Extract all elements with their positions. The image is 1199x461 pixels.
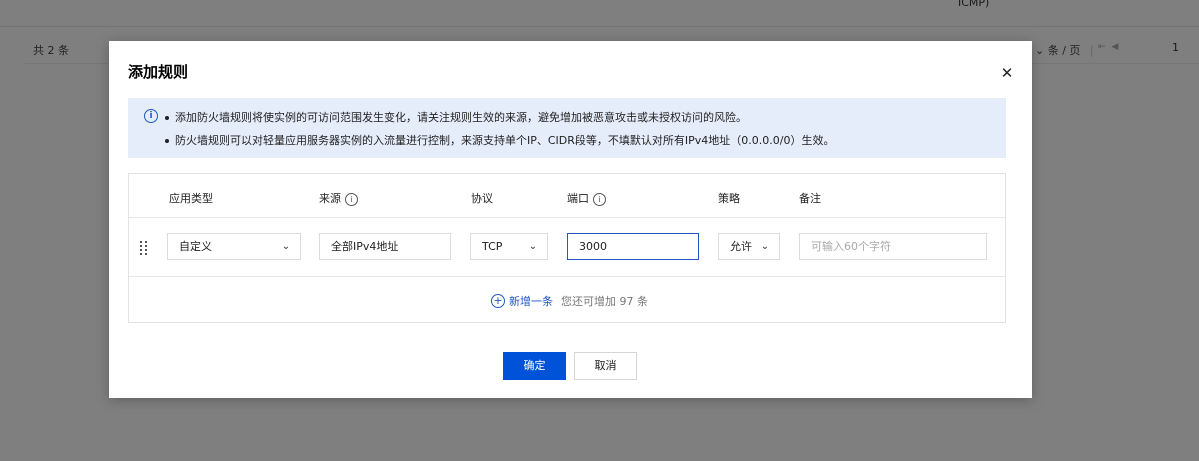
notice-box: i 添加防火墙规则将使实例的可访问范围发生变化，请关注规则生效的来源，避免增加被… bbox=[128, 98, 1006, 158]
help-circle-icon[interactable]: i bbox=[593, 192, 606, 206]
dialog-title: 添加规则 bbox=[128, 63, 189, 81]
app-type-select[interactable]: 自定义 ⌄ bbox=[167, 233, 301, 260]
policy-select[interactable]: 允许 ⌄ bbox=[718, 233, 780, 260]
port-input[interactable]: 3000 bbox=[567, 233, 699, 260]
confirm-button[interactable]: 确定 bbox=[503, 352, 566, 380]
close-icon[interactable]: ✕ bbox=[997, 63, 1017, 83]
header-protocol: 协议 bbox=[471, 192, 493, 205]
plus-circle-icon[interactable]: + bbox=[491, 294, 505, 308]
info-icon: i bbox=[144, 109, 158, 123]
source-value: 全部IPv4地址 bbox=[331, 240, 399, 253]
policy-value: 允许 bbox=[730, 240, 752, 253]
notice-text: 添加防火墙规则将使实例的可访问范围发生变化，请关注规则生效的来源，避免增加被恶意… bbox=[175, 111, 747, 124]
cancel-button[interactable]: 取消 bbox=[574, 352, 637, 380]
notice-line: 添加防火墙规则将使实例的可访问范围发生变化，请关注规则生效的来源，避免增加被恶意… bbox=[165, 109, 747, 125]
row-divider bbox=[129, 276, 1005, 277]
rules-table: 应用类型 来源 i 协议 端口 i 策略 备注 自定义 ⌄ 全部IPv4地址 TCP… bbox=[128, 173, 1006, 323]
add-rule-row: + 新增一条 您还可增加 97 条 bbox=[491, 293, 648, 309]
header-port: 端口 i bbox=[567, 190, 606, 206]
chevron-down-icon: ⌄ bbox=[528, 241, 538, 252]
header-remark: 备注 bbox=[799, 192, 821, 205]
add-rule-hint: 您还可增加 97 条 bbox=[561, 295, 648, 308]
app-type-value: 自定义 bbox=[179, 240, 212, 253]
source-input[interactable]: 全部IPv4地址 bbox=[319, 233, 451, 260]
add-rule-link[interactable]: 新增一条 bbox=[509, 295, 553, 308]
chevron-down-icon: ⌄ bbox=[281, 241, 291, 252]
header-source-label: 来源 bbox=[319, 192, 341, 205]
header-port-label: 端口 bbox=[567, 192, 589, 205]
bullet bbox=[165, 139, 169, 143]
notice-text: 防火墙规则可以对轻量应用服务器实例的入流量进行控制，来源支持单个IP、CIDR段… bbox=[175, 134, 835, 147]
chevron-down-icon: ⌄ bbox=[760, 241, 770, 252]
remark-placeholder: 可输入60个字符 bbox=[811, 240, 891, 253]
port-value: 3000 bbox=[579, 240, 607, 253]
protocol-select[interactable]: TCP ⌄ bbox=[470, 233, 548, 260]
header-divider bbox=[129, 217, 1005, 218]
header-app-type: 应用类型 bbox=[169, 192, 213, 205]
header-policy: 策略 bbox=[718, 192, 740, 205]
drag-handle-icon[interactable] bbox=[140, 241, 150, 255]
remark-input[interactable]: 可输入60个字符 bbox=[799, 233, 987, 260]
notice-line: 防火墙规则可以对轻量应用服务器实例的入流量进行控制，来源支持单个IP、CIDR段… bbox=[165, 132, 835, 148]
help-circle-icon[interactable]: i bbox=[345, 192, 358, 206]
header-source: 来源 i bbox=[319, 190, 358, 206]
bullet bbox=[165, 116, 169, 120]
add-rule-dialog: 添加规则 ✕ i 添加防火墙规则将使实例的可访问范围发生变化，请关注规则生效的来… bbox=[109, 41, 1032, 398]
protocol-value: TCP bbox=[482, 240, 503, 253]
